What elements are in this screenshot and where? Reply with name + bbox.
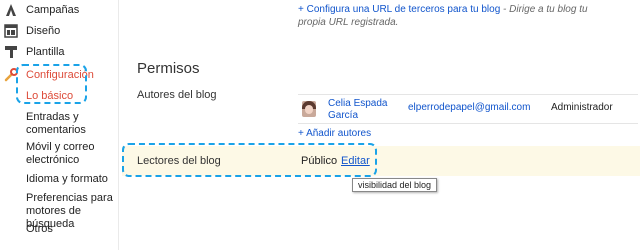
highlight-box-readers bbox=[122, 143, 377, 177]
author-role: Administrador bbox=[551, 102, 613, 113]
sidebar-item-label: Otros bbox=[26, 223, 53, 235]
sidebar-item-label: Diseño bbox=[26, 25, 61, 37]
sidebar-item-label: Idioma y formato bbox=[26, 173, 108, 185]
sidebar-item-label: Móvil y correo electrónico bbox=[26, 141, 95, 166]
add-authors-link[interactable]: + Añadir autores bbox=[298, 128, 371, 139]
layout-icon bbox=[4, 24, 18, 38]
template-icon bbox=[4, 45, 18, 59]
avatar bbox=[302, 101, 316, 117]
sidebar-item-label: Entradas y comentarios bbox=[26, 111, 86, 136]
sidebar-item-label: Campañas bbox=[26, 4, 80, 16]
third-party-url-link[interactable]: + Configura una URL de terceros para tu … bbox=[298, 4, 500, 15]
permissions-section-title: Permisos bbox=[137, 60, 200, 77]
highlight-box-settings bbox=[16, 64, 87, 104]
third-party-url-note: + Configura una URL de terceros para tu … bbox=[298, 3, 618, 29]
author-row: Celia Espada García elperrodepapel@gmail… bbox=[298, 94, 638, 124]
visibility-tooltip: visibilidad del blog bbox=[352, 178, 438, 192]
author-name-link[interactable]: Celia Espada García bbox=[328, 98, 398, 122]
author-email-link[interactable]: elperrodepapel@gmail.com bbox=[408, 102, 530, 113]
sidebar-item-label: Plantilla bbox=[26, 46, 65, 58]
blog-authors-label: Autores del blog bbox=[137, 89, 217, 101]
settings-sidebar: Campañas Diseño Plantilla Configuración … bbox=[0, 0, 119, 250]
campaigns-icon bbox=[4, 3, 18, 17]
